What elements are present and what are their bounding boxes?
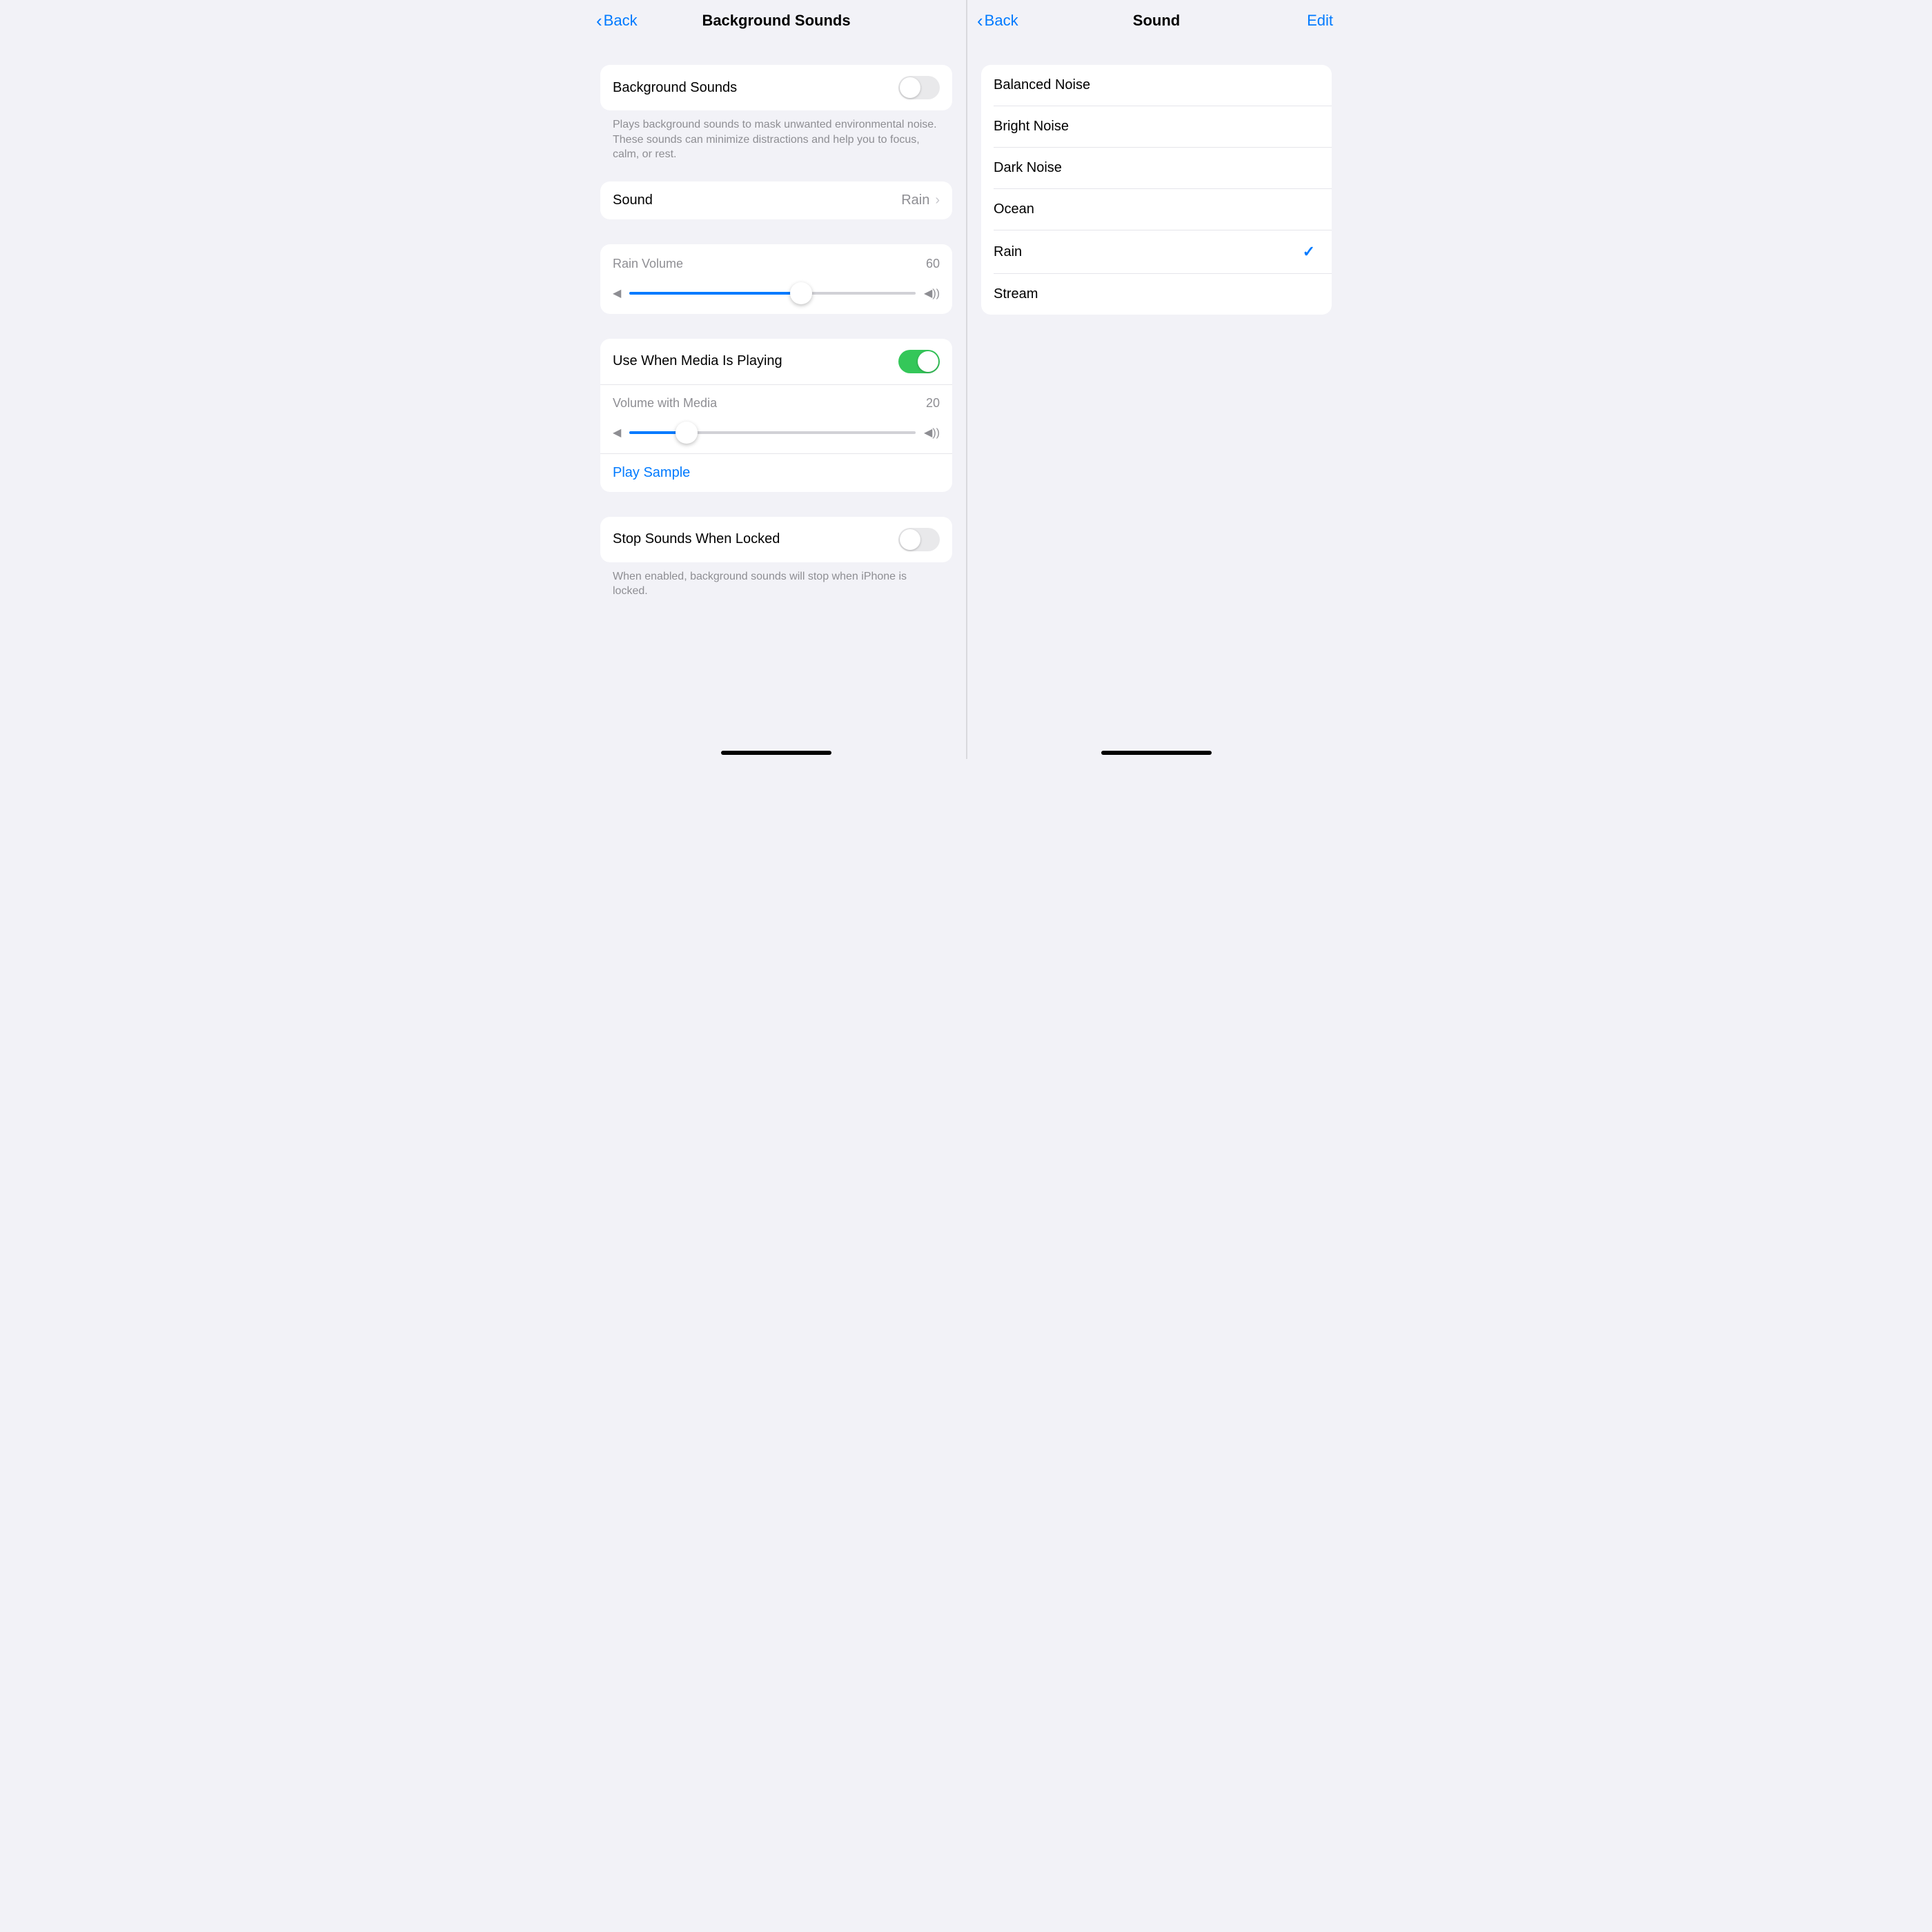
- play-sample-button[interactable]: Play Sample: [600, 454, 952, 492]
- sound-option-label: Rain: [994, 244, 1022, 260]
- background-sounds-pane: ‹ Back Background Sounds Background Soun…: [586, 0, 966, 759]
- back-button[interactable]: ‹ Back: [977, 12, 1018, 30]
- back-label: Back: [985, 12, 1018, 30]
- sound-option[interactable]: Ocean: [994, 188, 1332, 230]
- rain-volume-slider[interactable]: [629, 292, 916, 295]
- sound-option[interactable]: Bright Noise: [994, 106, 1332, 147]
- page-title: Sound: [1133, 12, 1180, 30]
- sound-option[interactable]: Stream: [994, 273, 1332, 315]
- back-button[interactable]: ‹ Back: [596, 12, 638, 30]
- sound-value: Rain: [901, 193, 929, 208]
- media-card: Use When Media Is Playing Volume with Me…: [600, 339, 952, 492]
- speaker-high-icon: ◀)): [924, 286, 940, 300]
- speaker-high-icon: ◀)): [924, 426, 940, 440]
- background-sounds-footer: Plays background sounds to mask unwanted…: [600, 110, 952, 162]
- sound-option-label: Bright Noise: [994, 119, 1069, 135]
- chevron-left-icon: ‹: [977, 12, 983, 30]
- stop-when-locked-row[interactable]: Stop Sounds When Locked: [600, 517, 952, 562]
- sound-label: Sound: [613, 193, 653, 208]
- back-label: Back: [604, 12, 638, 30]
- page-title: Background Sounds: [702, 12, 850, 30]
- stop-when-locked-card: Stop Sounds When Locked: [600, 517, 952, 562]
- sound-select-pane: ‹ Back Sound Edit Balanced Noise Bright N…: [966, 0, 1346, 759]
- stop-when-locked-toggle[interactable]: [898, 528, 940, 551]
- stop-when-locked-label: Stop Sounds When Locked: [613, 531, 780, 547]
- slider-thumb[interactable]: [676, 422, 698, 444]
- checkmark-icon: ✓: [1303, 243, 1319, 261]
- navbar: ‹ Back Background Sounds: [586, 0, 966, 41]
- sound-option[interactable]: Balanced Noise: [981, 65, 1332, 106]
- navbar: ‹ Back Sound Edit: [967, 0, 1346, 41]
- sound-row[interactable]: Sound Rain ›: [600, 181, 952, 219]
- sound-option-label: Stream: [994, 286, 1038, 302]
- home-indicator[interactable]: [721, 751, 831, 755]
- volume-with-media-value: 20: [926, 396, 940, 411]
- volume-with-media-label: Volume with Media: [613, 396, 717, 411]
- sound-options-card: Balanced Noise Bright Noise Dark Noise Ocea…: [981, 65, 1332, 315]
- edit-button[interactable]: Edit: [1307, 12, 1333, 30]
- sound-option[interactable]: Dark Noise: [994, 147, 1332, 188]
- sound-option-label: Ocean: [994, 201, 1034, 217]
- speaker-low-icon: ◀: [613, 426, 621, 440]
- slider-thumb[interactable]: [790, 282, 812, 304]
- stop-when-locked-footer: When enabled, background sounds will sto…: [600, 562, 952, 599]
- use-when-media-toggle[interactable]: [898, 350, 940, 373]
- background-sounds-toggle-card: Background Sounds: [600, 65, 952, 110]
- chevron-right-icon: ›: [935, 193, 940, 208]
- volume-with-media-slider[interactable]: [629, 431, 916, 434]
- rain-volume-label: Rain Volume: [613, 257, 683, 271]
- rain-volume-card: Rain Volume 60 ◀ ◀)): [600, 244, 952, 314]
- sound-option-label: Dark Noise: [994, 160, 1062, 176]
- background-sounds-toggle-row[interactable]: Background Sounds: [600, 65, 952, 110]
- speaker-low-icon: ◀: [613, 286, 621, 300]
- sound-option[interactable]: Rain ✓: [994, 230, 1332, 273]
- toggle-knob: [900, 529, 920, 550]
- use-when-media-toggle-row[interactable]: Use When Media Is Playing: [600, 339, 952, 384]
- sound-row-card: Sound Rain ›: [600, 181, 952, 219]
- sound-option-label: Balanced Noise: [994, 77, 1090, 93]
- background-sounds-label: Background Sounds: [613, 80, 737, 96]
- chevron-left-icon: ‹: [596, 12, 602, 30]
- toggle-knob: [900, 77, 920, 98]
- rain-volume-value: 60: [926, 257, 940, 271]
- use-when-media-label: Use When Media Is Playing: [613, 353, 782, 369]
- toggle-knob: [918, 351, 938, 372]
- background-sounds-toggle[interactable]: [898, 76, 940, 99]
- home-indicator[interactable]: [1101, 751, 1212, 755]
- volume-with-media-section: Volume with Media 20 ◀ ◀)): [600, 385, 952, 453]
